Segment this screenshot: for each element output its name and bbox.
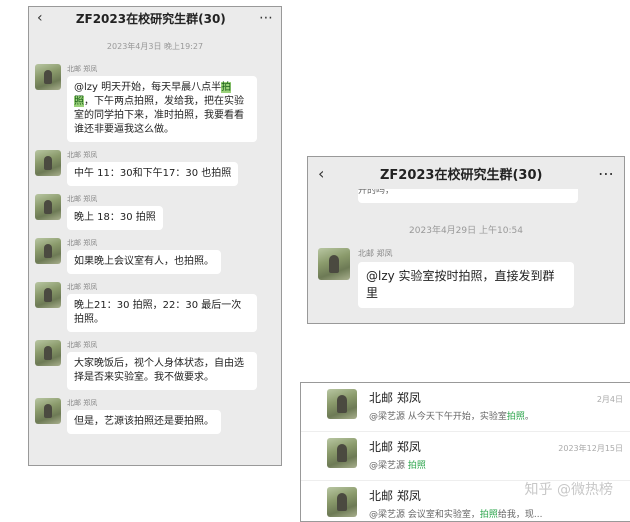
avatar[interactable] — [35, 398, 61, 424]
result-snippet: @梁艺源 从今天下午开始，实验室拍照。 — [369, 412, 534, 422]
sender-name: 北邮 郑凤 — [67, 65, 98, 73]
message-bubble[interactable]: @lzy 实验室按时拍照，直接发到群里 — [358, 262, 574, 308]
chat-message: 北邮 郑凤晚上 18：30 拍照 — [35, 194, 273, 230]
left-chat-screenshot: ‹ ZF2023在校研究生群(30) ⋯ 2023年4月3日 晚上19:27 北… — [28, 6, 282, 466]
sender-name: 北邮 郑凤 — [67, 239, 98, 247]
chat-message: 北邮 郑凤如果晚上会议室有人，也拍照。 — [35, 238, 273, 274]
timestamp: 2023年4月29日 上午10:54 — [409, 226, 523, 236]
timestamp: 2023年4月3日 晚上19:27 — [106, 42, 204, 51]
chat-message: 北邮 郑凤晚上21：30 拍照，22：30 最后一次拍照。 — [35, 282, 273, 332]
avatar[interactable] — [35, 238, 61, 264]
result-snippet: @梁艺源 拍照 — [369, 461, 426, 471]
sender-name: 北邮 郑凤 — [67, 151, 98, 159]
search-result-row[interactable]: 北邮 郑凤 2023年12月15日 @梁艺源 拍照 — [301, 432, 630, 481]
matched-keyword: 拍照 — [479, 510, 498, 520]
matched-keyword: 拍照 — [407, 461, 426, 471]
message-bubble[interactable]: 但是，艺源该拍照还是要拍照。 — [67, 410, 221, 434]
message-bubble[interactable]: 如果晚上会议室有人，也拍照。 — [67, 250, 221, 274]
sender-name: 北邮 郑凤 — [358, 249, 393, 258]
sender-name: 北邮 郑凤 — [67, 283, 98, 291]
chat-message: 北邮 郑凤大家晚饭后，视个人身体状态，自由选择是否来实验室。我不做要求。 — [35, 340, 273, 390]
result-date: 2023年12月15日 — [558, 444, 623, 453]
sender-name: 北邮 郑凤 — [369, 440, 421, 454]
avatar[interactable] — [35, 194, 61, 220]
message-bubble[interactable]: @lzy 明天开始，每天早晨八点半拍照，下午两点拍照，发给我，把在实验室的同学拍… — [67, 76, 257, 142]
chat-header: ‹ ZF2023在校研究生群(30) ⋯ — [308, 157, 624, 189]
result-snippet: @梁艺源 会议室和实验室，拍照给我，现... — [369, 510, 543, 520]
chat-header: ‹ ZF2023在校研究生群(30) ⋯ — [29, 7, 281, 29]
message-bubble[interactable]: 大家晚饭后，视个人身体状态，自由选择是否来实验室。我不做要求。 — [67, 352, 257, 390]
more-icon[interactable]: ⋯ — [598, 164, 614, 183]
avatar[interactable] — [35, 64, 61, 90]
sender-name: 北邮 郑凤 — [67, 195, 98, 203]
previous-message-bubble: 开的吗， — [358, 189, 578, 203]
chat-message: 北邮 郑凤中午 11：30和下午17：30 也拍照 — [35, 150, 273, 186]
avatar — [327, 389, 357, 419]
result-date: 2月4日 — [596, 395, 623, 404]
chat-title: ZF2023在校研究生群(30) — [75, 11, 226, 26]
chat-message: 北邮 郑凤 @lzy 明天开始，每天早晨八点半拍照，下午两点拍照，发给我，把在实验… — [35, 64, 273, 142]
avatar — [327, 438, 357, 468]
chat-message: 北邮 郑凤 @lzy 实验室按时拍照，直接发到群里 — [318, 248, 614, 308]
chat-message: 北邮 郑凤但是，艺源该拍照还是要拍照。 — [35, 398, 273, 434]
message-bubble[interactable]: 晚上 18：30 拍照 — [67, 206, 163, 230]
avatar[interactable] — [35, 340, 61, 366]
message-bubble[interactable]: 中午 11：30和下午17：30 也拍照 — [67, 162, 239, 186]
avatar[interactable] — [35, 282, 61, 308]
search-results-screenshot: 北邮 郑凤 2月4日 @梁艺源 从今天下午开始，实验室拍照。 北邮 郑凤 2023年12… — [300, 382, 630, 522]
search-result-row[interactable]: 北邮 郑凤 2月4日 @梁艺源 从今天下午开始，实验室拍照。 — [301, 383, 630, 432]
more-icon[interactable]: ⋯ — [259, 10, 273, 26]
avatar[interactable] — [318, 248, 350, 280]
right-chat-screenshot: ‹ ZF2023在校研究生群(30) ⋯ 开的吗， 2023年4月29日 上午1… — [307, 156, 625, 324]
chevron-left-icon[interactable]: ‹ — [318, 164, 324, 183]
avatar[interactable] — [35, 150, 61, 176]
chat-title: ZF2023在校研究生群(30) — [379, 167, 543, 183]
sender-name: 北邮 郑凤 — [67, 341, 98, 349]
matched-keyword: 拍照 — [506, 412, 525, 422]
message-list: 北邮 郑凤 @lzy 明天开始，每天早晨八点半拍照，下午两点拍照，发给我，把在实验… — [29, 64, 281, 434]
chevron-left-icon[interactable]: ‹ — [37, 10, 43, 26]
result-list: 北邮 郑凤 2月4日 @梁艺源 从今天下午开始，实验室拍照。 北邮 郑凤 2023年12… — [301, 383, 630, 521]
message-bubble[interactable]: 晚上21：30 拍照，22：30 最后一次拍照。 — [67, 294, 257, 332]
highlighted-keyword: 拍照 — [74, 82, 232, 107]
avatar — [327, 487, 357, 517]
sender-name: 北邮 郑凤 — [369, 391, 421, 405]
watermark: 知乎 @微热榜 — [524, 482, 613, 498]
sender-name: 北邮 郑凤 — [369, 489, 421, 503]
sender-name: 北邮 郑凤 — [67, 399, 98, 407]
